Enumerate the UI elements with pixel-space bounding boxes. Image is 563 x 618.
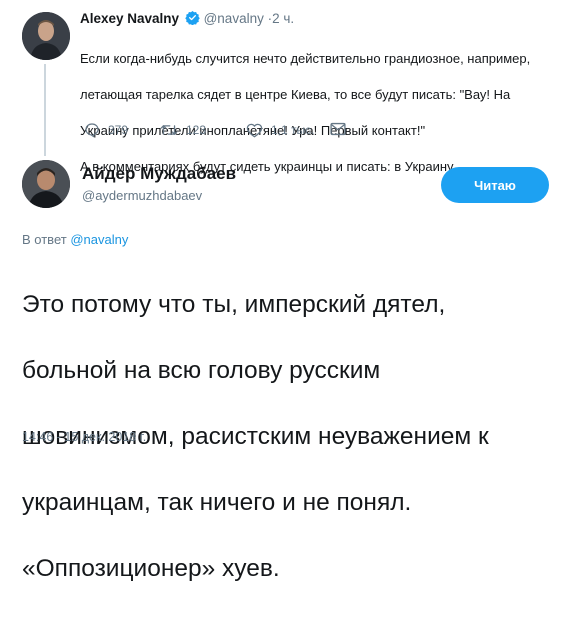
retweet-button[interactable]: 123	[160, 122, 206, 138]
avatar[interactable]	[22, 160, 70, 208]
tweet-text-line: украинцам, так ничего и не понял.	[22, 489, 412, 516]
reply-context: В ответ @navalny	[22, 232, 128, 247]
direct-message-button[interactable]	[330, 122, 354, 136]
tweet-text-line: Украину прилетели инопланетяне! Ура! Пер…	[80, 123, 426, 138]
author-handle[interactable]: @navalny	[204, 11, 264, 26]
tweet-text-line: «Оппозиционер» хуев.	[22, 555, 280, 582]
tweet-text-line: Это потому что ты, имперский дятел,	[22, 291, 446, 318]
following-button[interactable]: Читаю	[441, 167, 549, 203]
tweet-timestamp[interactable]: 14:46 - 15 дек. 2018 г.	[22, 430, 146, 444]
avatar[interactable]	[22, 12, 70, 60]
verified-badge-icon	[185, 10, 200, 30]
tweet-time[interactable]: ·2 ч.	[268, 11, 295, 26]
like-button[interactable]: 1,1 тыс.	[246, 122, 314, 138]
tweet-header: Alexey Navalny @navalny ·2 ч.	[80, 10, 550, 30]
envelope-icon	[330, 122, 346, 136]
author-handle[interactable]: @aydermuzhdabaev	[82, 188, 202, 203]
reply-icon	[85, 123, 99, 138]
thread-connector	[44, 64, 46, 156]
reply-button[interactable]: 379	[84, 122, 128, 138]
tweet-text-line: больной на всю голову русским	[22, 357, 381, 384]
reply-count: 379	[108, 123, 129, 137]
tweet-text-line: Если когда-нибудь случится нечто действи…	[80, 51, 531, 66]
heart-icon	[246, 123, 263, 138]
retweet-icon	[160, 125, 178, 135]
reply-mention-link[interactable]: @navalny	[70, 232, 128, 247]
like-count: 1,1 тыс.	[271, 123, 315, 137]
tweet-text-line: летающая тарелка сядет в центре Киева, т…	[80, 87, 511, 102]
reply-prefix: В ответ	[22, 232, 67, 247]
author-name[interactable]: Alexey Navalny	[80, 11, 179, 26]
author-name[interactable]: Айдер Муждабаев	[82, 164, 236, 184]
retweet-count: 123	[186, 123, 207, 137]
